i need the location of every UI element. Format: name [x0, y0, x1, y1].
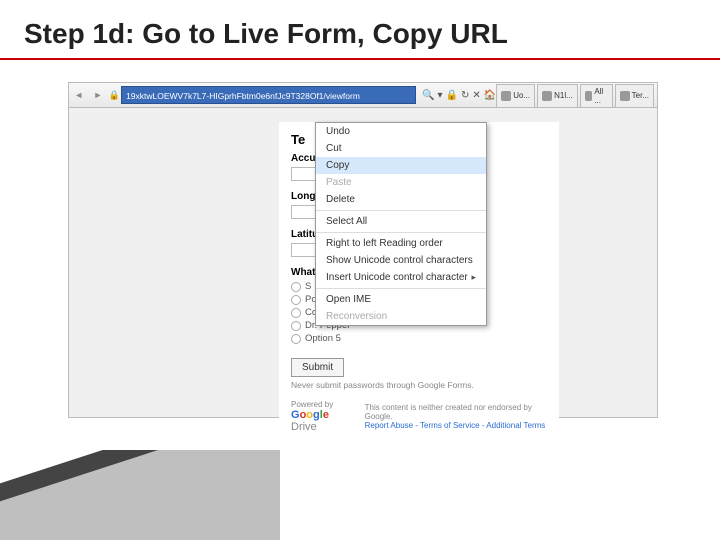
radio-icon	[291, 295, 301, 305]
footer-links[interactable]: Report Abuse - Terms of Service - Additi…	[365, 421, 547, 430]
context-menu: UndoCutCopyPasteDelete Select All Right to…	[315, 122, 487, 326]
tab-label: N1l...	[554, 91, 573, 100]
favicon-icon	[585, 91, 593, 101]
tab-4[interactable]: Ter...	[615, 84, 654, 107]
lock-icon: 🔒	[108, 90, 121, 101]
tab-2[interactable]: N1l...	[537, 84, 578, 107]
menu-item-select-all[interactable]: Select All	[316, 213, 486, 230]
forward-icon[interactable]: ►	[90, 87, 105, 103]
radio-icon	[291, 321, 301, 331]
tab-label: All ...	[594, 87, 607, 105]
favicon-icon	[620, 91, 630, 101]
menu-item-reconversion: Reconversion	[316, 308, 486, 325]
tab-3[interactable]: All ...	[580, 84, 613, 107]
address-bar[interactable]: 19xktwLOEWV7k7L7-HIGprhFbtm0e6nfJc9T328O…	[121, 86, 416, 104]
menu-item-undo[interactable]: Undo	[316, 123, 486, 140]
radio-icon	[291, 334, 301, 344]
menu-item-open-ime[interactable]: Open IME	[316, 291, 486, 308]
browser-toolbar: ◄ ► 🔒 19xktwLOEWV7k7L7-HIGprhFbtm0e6nfJc…	[68, 82, 658, 108]
menu-item-show-unicode-control-characters[interactable]: Show Unicode control characters	[316, 252, 486, 269]
option-label: Option 5	[305, 333, 341, 344]
menu-item-paste: Paste	[316, 174, 486, 191]
browser-content: Te Accu Long Latitu What S Pop Coke Dr. …	[68, 108, 658, 418]
form-note: Never submit passwords through Google Fo…	[291, 380, 547, 390]
back-icon[interactable]: ◄	[71, 87, 86, 103]
menu-item-right-to-left-reading-order[interactable]: Right to left Reading order	[316, 235, 486, 252]
menu-separator	[316, 232, 486, 233]
menu-item-cut[interactable]: Cut	[316, 140, 486, 157]
favicon-icon	[542, 91, 552, 101]
menu-separator	[316, 288, 486, 289]
stop-icon[interactable]: ✕	[472, 90, 480, 101]
footer-notice: This content is neither created nor endo…	[365, 403, 547, 421]
footer-right: This content is neither created nor endo…	[365, 403, 547, 430]
powered-by: Powered by	[291, 400, 353, 409]
separator-icon: ▾	[438, 90, 443, 101]
tab-label: Uo...	[513, 91, 530, 100]
refresh-icon[interactable]: ↻	[461, 90, 469, 101]
menu-item-delete[interactable]: Delete	[316, 191, 486, 208]
menu-item-copy[interactable]: Copy	[316, 157, 486, 174]
tab-1[interactable]: Uo...	[496, 84, 535, 107]
padlock-icon: 🔒	[446, 90, 458, 101]
google-form: Te Accu Long Latitu What S Pop Coke Dr. …	[279, 122, 559, 443]
radio-option[interactable]: Option 5	[291, 333, 547, 344]
home-icon[interactable]: 🏠	[484, 90, 496, 101]
menu-separator	[316, 210, 486, 211]
favicon-icon	[501, 91, 511, 101]
browser-window: ◄ ► 🔒 19xktwLOEWV7k7L7-HIGprhFbtm0e6nfJc…	[68, 82, 658, 422]
radio-icon	[291, 308, 301, 318]
google-drive-logo: Google Drive	[291, 409, 329, 433]
slide-title: Step 1d: Go to Live Form, Copy URL	[0, 0, 720, 60]
menu-item-insert-unicode-control-character[interactable]: Insert Unicode control character	[316, 269, 486, 286]
form-footer: Powered by Google Drive This content is …	[291, 400, 547, 433]
slide-decoration	[0, 450, 280, 540]
toolbar-icons: 🔍 ▾ 🔒 ↻ ✕ 🏠	[422, 90, 496, 101]
submit-button[interactable]: Submit	[291, 358, 344, 377]
option-label: S	[305, 281, 311, 292]
browser-tabs: Uo... N1l... All ... Ter...	[496, 84, 657, 107]
tab-label: Ter...	[632, 91, 649, 100]
radio-icon	[291, 282, 301, 292]
search-icon[interactable]: 🔍	[422, 90, 434, 101]
